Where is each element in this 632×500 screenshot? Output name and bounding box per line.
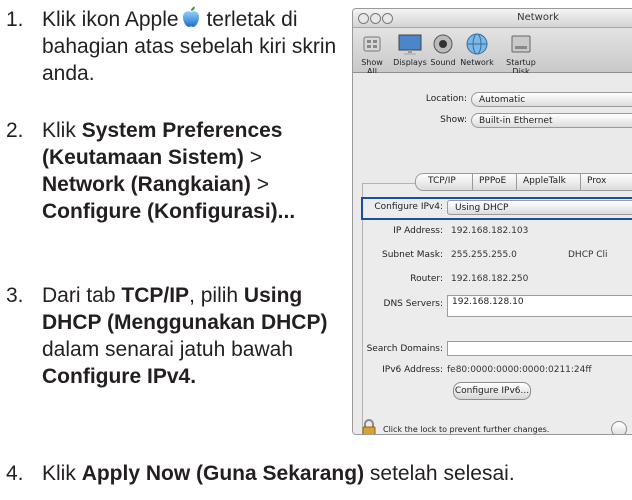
tab-divider	[516, 174, 517, 190]
ipv6-address-value: fe80:0000:0000:0000:0211:24ff	[447, 365, 592, 375]
step-4-pre: Klik	[42, 462, 82, 485]
step-3-mid: , pilih	[189, 284, 244, 307]
configure-ipv4-label: Configure IPv4:	[374, 202, 443, 212]
step-4-post: setelah selesai.	[364, 462, 515, 485]
show-label: Show:	[440, 115, 467, 125]
router-label: Router:	[410, 274, 443, 284]
tab-bar: TCP/IP PPPoE AppleTalk Prox	[415, 173, 632, 191]
step-3-mid-2: dalam senarai jatuh bawah	[42, 338, 293, 361]
network-icon	[466, 33, 488, 55]
toolbar-label: Network	[460, 58, 494, 67]
step-number: 1.	[6, 8, 24, 31]
network-pane: Location: Automatic Show: Built-in Ether…	[353, 73, 632, 434]
show-popup[interactable]: Built-in Ethernet	[471, 113, 632, 128]
configure-ipv4-popup[interactable]: Using DHCP	[447, 200, 632, 215]
step-1-text: Klik ikon Apple terletak di bahagian ata…	[42, 6, 342, 87]
help-button[interactable]	[611, 421, 627, 434]
dns-servers-label: DNS Servers:	[383, 299, 443, 309]
configure-ipv4-text: Configure IPv4.	[42, 365, 197, 388]
ipv6-address-label: IPv6 Address:	[382, 365, 443, 375]
step-1-line-1: Klik ikon Apple	[42, 8, 179, 31]
separator: >	[243, 146, 262, 169]
tcpip-text: TCP/IP	[121, 284, 190, 307]
tab-proxies[interactable]: Prox	[587, 176, 606, 186]
network-preferences-window: Network Show All Displays Sound Network …	[352, 8, 632, 435]
separator: >	[250, 173, 269, 196]
step-2-text: Klik System Preferences (Keutamaan Siste…	[42, 117, 342, 225]
tab-divider	[580, 174, 581, 190]
network-text: Network (Rangkaian)	[42, 173, 251, 196]
sound-icon	[433, 34, 453, 54]
step-4-text: Klik Apply Now (Guna Sekarang) setelah s…	[42, 460, 632, 487]
toolbar-startup-disk[interactable]: Startup Disk	[497, 32, 545, 76]
lock-icon[interactable]	[361, 419, 377, 435]
configure-ipv6-button[interactable]: Configure IPv6...	[453, 382, 531, 400]
toolbar-network[interactable]: Network	[459, 32, 495, 67]
tab-tcpip[interactable]: TCP/IP	[428, 176, 456, 186]
apply-now-text: Apply Now (Guna Sekarang)	[81, 462, 365, 485]
search-domains-field[interactable]	[447, 341, 632, 356]
router-value: 192.168.182.250	[451, 274, 529, 284]
toolbar-sound[interactable]: Sound	[428, 32, 458, 67]
configure-text: Configure (Konfigurasi)...	[42, 200, 296, 223]
displays-icon	[398, 34, 422, 55]
search-domains-label: Search Domains:	[366, 344, 443, 354]
tab-pppoe[interactable]: PPPoE	[479, 176, 506, 186]
toolbar-label: Displays	[393, 58, 427, 67]
ip-address-value: 192.168.182.103	[451, 226, 529, 236]
ip-address-label: IP Address:	[393, 226, 443, 236]
lock-text: Click the lock to prevent further change…	[383, 425, 550, 434]
tab-divider	[472, 174, 473, 190]
show-all-icon	[363, 36, 381, 52]
toolbar: Show All Displays Sound Network Startup …	[353, 28, 632, 76]
dhcp-client-label: DHCP Cli	[568, 250, 608, 260]
step-number: 2.	[6, 119, 24, 142]
location-popup[interactable]: Automatic	[471, 92, 632, 107]
window-title: Network	[517, 12, 559, 23]
toolbar-label: Sound	[430, 58, 456, 67]
step-3-pre: Dari tab	[42, 284, 122, 307]
apple-icon	[182, 6, 199, 27]
step-number: 4.	[6, 462, 24, 485]
step-2-pre: Klik	[42, 119, 82, 142]
toolbar-show-all[interactable]: Show All	[355, 32, 389, 76]
subnet-mask-label: Subnet Mask:	[382, 250, 443, 260]
toolbar-displays[interactable]: Displays	[393, 32, 427, 67]
subnet-mask-value: 255.255.255.0	[451, 250, 517, 260]
location-label: Location:	[425, 94, 467, 104]
dns-servers-field[interactable]: 192.168.128.10	[447, 295, 632, 317]
startup-disk-icon	[511, 35, 531, 53]
step-3-text: Dari tab TCP/IP, pilih Using DHCP (Mengg…	[42, 282, 342, 390]
step-number: 3.	[6, 284, 24, 307]
title-bar: Network	[353, 9, 632, 28]
tab-appletalk[interactable]: AppleTalk	[523, 176, 566, 186]
